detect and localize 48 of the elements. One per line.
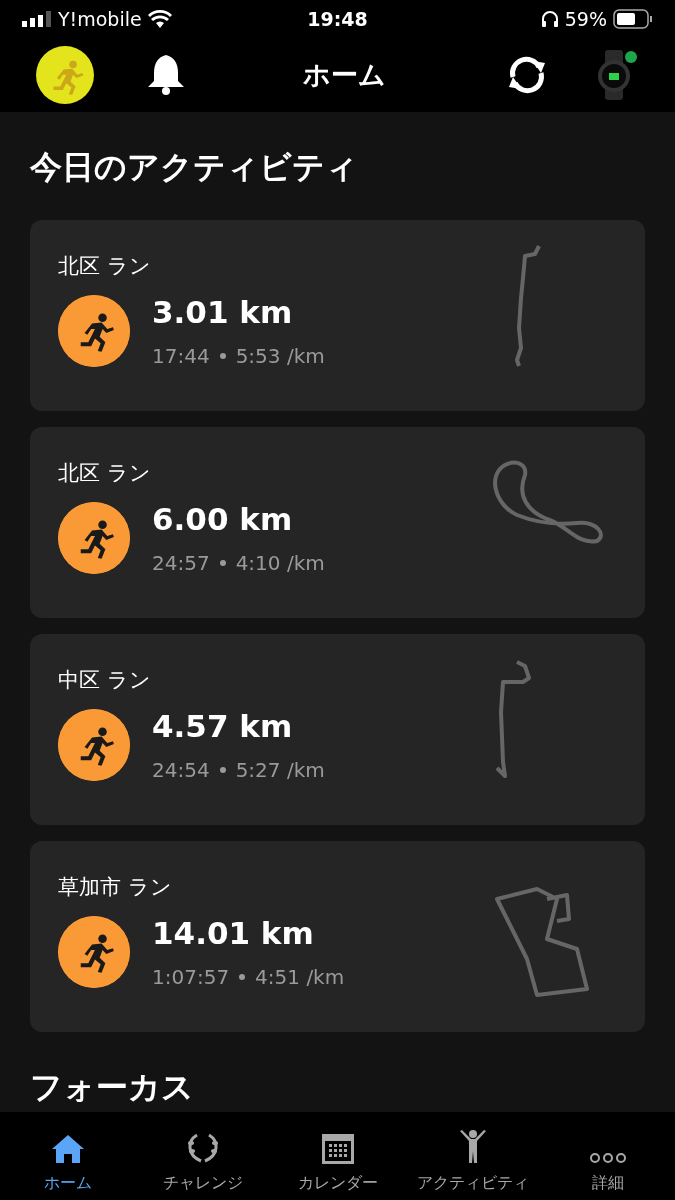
activity-pace: 4:10 /km (235, 551, 325, 575)
section-title: フォーカス (30, 1067, 195, 1107)
activity-distance: 14.01 km (152, 915, 315, 951)
activity-card[interactable]: 北区 ラン 3.01 km 17:44 5:53 /km (30, 220, 645, 411)
runner-icon (58, 709, 130, 781)
activity-name: 中区 ラン (58, 667, 152, 694)
tab-bar-item[interactable]: カレンダー (270, 1112, 405, 1200)
tab-bar-item[interactable]: アクティビティ (405, 1112, 540, 1200)
tab-bar-item[interactable]: ホーム (0, 1112, 135, 1200)
section-title: 今日のアクティビティ (30, 147, 359, 188)
clock-time: 19:48 (307, 8, 368, 30)
activity-card[interactable]: 北区 ラン 6.00 km 24:57 4:10 /km (30, 427, 645, 618)
activity-card[interactable]: 草加市 ラン 14.01 km 1:07:57 4:51 /km (30, 841, 645, 1032)
battery-icon (613, 9, 653, 29)
separator-dot-icon (239, 974, 246, 980)
carrier-name: Y!mobile (58, 8, 142, 30)
runner-icon (58, 502, 130, 574)
bell-icon[interactable] (146, 53, 186, 97)
activity-name: 草加市 ラン (58, 874, 173, 901)
headphones-icon (540, 10, 559, 28)
calendar-icon (320, 1133, 355, 1165)
activity-distance: 6.00 km (152, 501, 294, 537)
signal-icon (22, 11, 52, 27)
activity-pace: 5:27 /km (235, 758, 325, 782)
battery-percent: 59% (564, 8, 607, 30)
runner-icon (58, 295, 130, 367)
separator-dot-icon (219, 560, 226, 566)
tab-bar-item[interactable]: チャレンジ (135, 1112, 270, 1200)
activity-pace: 5:53 /km (235, 344, 325, 368)
activity-duration: 24:57 (152, 551, 210, 575)
activity-distance: 3.01 km (152, 294, 294, 330)
separator-dot-icon (219, 353, 226, 359)
activity-pace: 4:51 /km (255, 965, 345, 989)
activity-duration: 17:44 (152, 344, 210, 368)
screen-title: ホーム (302, 58, 387, 92)
activity-card[interactable]: 中区 ラン 4.57 km 24:54 5:27 /km (30, 634, 645, 825)
person-icon (457, 1129, 488, 1165)
runner-icon (58, 916, 130, 988)
activity-name: 北区 ラン (58, 460, 152, 487)
tab-bar-item[interactable]: 詳細 (540, 1112, 675, 1200)
activity-duration: 1:07:57 (152, 965, 230, 989)
separator-dot-icon (219, 767, 226, 773)
activity-distance: 4.57 km (152, 708, 294, 744)
more-icon (587, 1151, 628, 1165)
runner-avatar-icon[interactable] (36, 46, 94, 104)
activity-name: 北区 ラン (58, 253, 152, 280)
wifi-icon (147, 10, 172, 28)
activity-duration: 24:54 (152, 758, 210, 782)
